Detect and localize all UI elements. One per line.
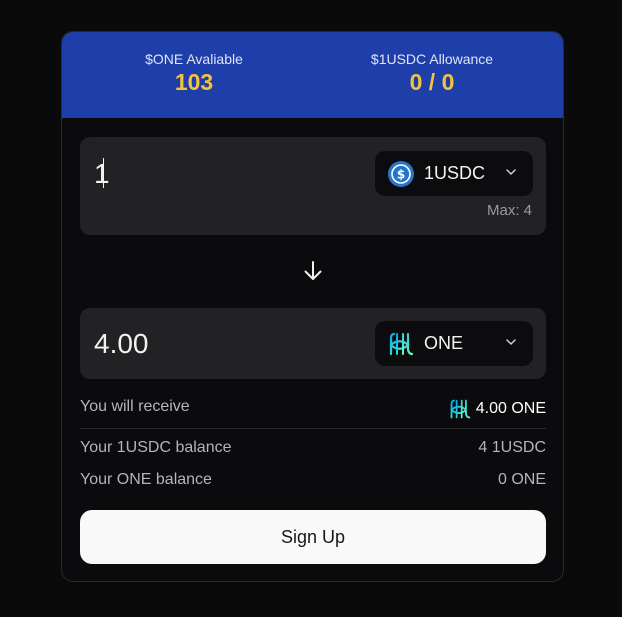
one-balance-value: 0 ONE — [497, 471, 546, 488]
chevron-down-icon — [506, 169, 516, 175]
allowance-value: 0 / 0 — [409, 69, 455, 95]
receive-label: You will receive — [80, 398, 190, 415]
svg-text:$: $ — [397, 167, 405, 181]
one-available-label: $ONE Avaliable — [145, 51, 243, 67]
from-token-name: 1USDC — [424, 163, 486, 183]
from-amount-input[interactable] — [92, 157, 356, 191]
usdc-balance-label: Your 1USDC balance — [80, 439, 232, 456]
to-amount-input[interactable] — [92, 327, 356, 361]
stats-header: $ONE Avaliable 103 $1USDC Allowance 0 / … — [62, 32, 563, 118]
to-panel: ONE — [80, 308, 546, 379]
allowance-label: $1USDC Allowance — [370, 51, 494, 67]
to-token-name: ONE — [424, 333, 464, 353]
swap-card: $ONE Avaliable 103 $1USDC Allowance 0 / … — [61, 31, 564, 582]
to-token-select[interactable]: ONE — [375, 321, 533, 366]
chevron-down-icon — [506, 339, 516, 345]
one-balance-label: Your ONE balance — [80, 471, 212, 488]
one-available-value: 103 — [174, 69, 214, 95]
allowance-stat: $1USDC Allowance 0 / 0 — [352, 32, 512, 96]
usdc-balance-row: Your 1USDC balance 4 1USDC — [80, 439, 546, 461]
usdc-balance-value: 4 1USDC — [478, 439, 546, 456]
one-balance-row: Your ONE balance 0 ONE — [80, 471, 546, 493]
harmony-one-icon — [449, 398, 471, 420]
text-caret — [103, 158, 104, 188]
sign-up-button[interactable]: Sign Up — [80, 510, 546, 564]
receive-value: 4.00 ONE — [475, 400, 546, 417]
one-available-stat: $ONE Avaliable 103 — [144, 32, 244, 96]
usdc-icon: $ — [388, 160, 414, 187]
arrow-down-icon[interactable] — [302, 260, 324, 282]
receive-value-group: 4.00 ONE — [449, 398, 546, 420]
from-token-select[interactable]: $ 1USDC — [375, 151, 533, 196]
divider — [80, 428, 546, 429]
max-amount-label: Max: 4 — [486, 202, 532, 219]
from-panel: $ 1USDC Max: 4 — [80, 137, 546, 235]
harmony-one-icon — [388, 331, 414, 357]
receive-row: You will receive 4.00 ONE — [80, 398, 546, 420]
